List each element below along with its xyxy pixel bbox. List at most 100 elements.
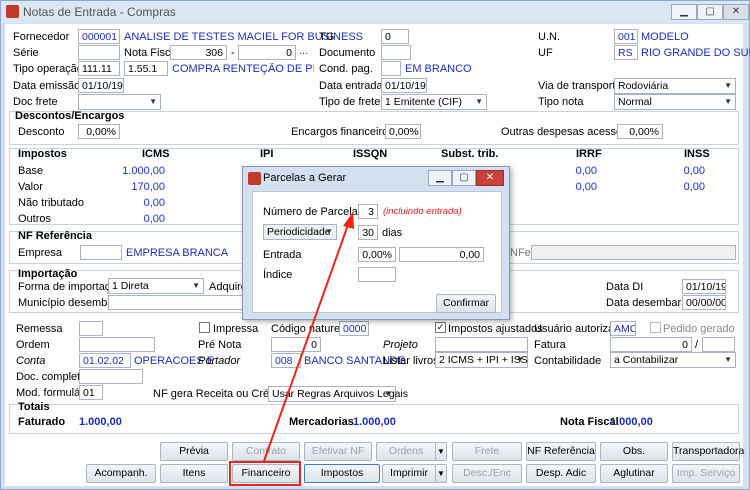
dialog-minimize-icon[interactable]: ▁	[428, 170, 452, 186]
contabilidade-value: a Contabilizar	[614, 354, 679, 366]
imprimir-dropdown-icon[interactable]: ▼	[435, 464, 447, 483]
usuario-autorizado-field[interactable]: AMC	[610, 321, 636, 336]
imprimir-button[interactable]: Imprimir	[382, 464, 436, 483]
fatura-field[interactable]: 0	[610, 337, 692, 352]
indice-field[interactable]	[358, 267, 396, 282]
listar-livros-select[interactable]: 2 ICMS + IPI + ISS ▼	[435, 352, 528, 368]
pedido-gerado-checkbox[interactable]	[650, 322, 661, 333]
minimize-icon[interactable]: ▁	[671, 4, 697, 20]
nota-lookup-button[interactable]: ...	[299, 45, 308, 57]
forma-importacao-label: Forma de importação	[18, 281, 123, 293]
via-transporte-label: Via de transporte	[538, 80, 622, 92]
nf-gera-select[interactable]: Usar Regras Arquivos Legais ▼	[268, 386, 408, 402]
tipo-op-code-field[interactable]: 111.11	[78, 61, 120, 76]
financeiro-highlight-box	[229, 461, 301, 486]
nota-fiscal-field[interactable]: 306	[170, 45, 227, 60]
dias-field[interactable]: 30	[358, 225, 378, 240]
un-code-field[interactable]: 001	[614, 29, 638, 44]
chevron-down-icon: ▼	[724, 97, 732, 106]
doc-frete-select[interactable]: ▼	[78, 94, 161, 110]
cond-pag-field[interactable]	[381, 61, 401, 76]
tipo-op-desc: COMPRA RENTEÇÃO DE PIS + COFI	[172, 63, 314, 75]
app-icon	[6, 5, 19, 18]
ordem-label: Ordem	[16, 339, 50, 351]
entrada-pct-field[interactable]: 0,00%	[358, 247, 396, 262]
itens-button[interactable]: Itens	[160, 464, 228, 483]
obs-button[interactable]: Obs.	[600, 442, 668, 461]
tipo-op-cfop-field[interactable]: 1.55.1	[124, 61, 168, 76]
data-desembaraco-field[interactable]: 00/00/00	[682, 295, 726, 310]
num-parcelas-field[interactable]: 3	[358, 204, 378, 219]
encargos-label: Encargos financeiros	[291, 126, 394, 138]
entrada-value-field[interactable]: 0,00	[399, 247, 484, 262]
documento-field[interactable]	[381, 45, 411, 60]
empresa-label: Empresa	[18, 247, 63, 259]
data-emissao-field[interactable]: 01/10/19	[78, 78, 124, 93]
tipo-frete-select[interactable]: 1 Emitente (CIF) ▼	[381, 94, 487, 110]
encargos-field[interactable]: 0,00%	[385, 124, 421, 139]
contrato-button[interactable]: Contrato	[232, 442, 300, 461]
transportadora-button[interactable]: Transportadora	[672, 442, 744, 461]
un-name: MODELO	[641, 31, 689, 43]
chevron-down-icon: ▼	[384, 389, 392, 398]
totais-title: Totais	[18, 401, 50, 413]
pre-nota-field[interactable]: 0	[271, 337, 321, 352]
via-transporte-select[interactable]: Rodoviária ▼	[614, 78, 736, 94]
forma-importacao-select[interactable]: 1 Direta ▼	[108, 278, 204, 294]
empresa-field[interactable]	[80, 245, 122, 260]
uf-code-field[interactable]: RS	[614, 45, 638, 60]
dialog-close-icon[interactable]: ✕	[476, 170, 504, 186]
projeto-field[interactable]	[435, 337, 528, 352]
confirmar-button[interactable]: Confirmar	[436, 294, 496, 313]
conta-label: Conta	[16, 355, 46, 367]
nota-suffix-field[interactable]: 0	[238, 45, 296, 60]
data-entrada-field[interactable]: 01/10/19	[381, 78, 427, 93]
nf-referencia-button[interactable]: NF Referência	[526, 442, 596, 461]
documento-label: Documento	[319, 47, 376, 59]
nota-dash: -	[231, 47, 235, 59]
periodicidade-select[interactable]: Periodicidade ▼	[263, 224, 337, 240]
maximize-icon[interactable]: ▢	[697, 4, 723, 20]
impostos-ajustados-checkbox[interactable]: ✓	[435, 322, 446, 333]
dialog-maximize-icon[interactable]: ▢	[452, 170, 476, 186]
close-icon[interactable]: ✕	[723, 4, 749, 20]
frete-button[interactable]: Frete	[452, 442, 522, 461]
fornecedor-code-field[interactable]: 000001	[78, 29, 120, 44]
ordem-field[interactable]	[79, 337, 155, 352]
nao-tributado-label: Não tributado	[18, 197, 85, 209]
indice-label: Índice	[263, 269, 293, 281]
conta-code-field[interactable]: 01.02.02	[79, 353, 131, 368]
tg-field[interactable]: 0	[381, 29, 409, 44]
ordens-dropdown-icon[interactable]: ▼	[435, 442, 447, 461]
tipo-nota-select[interactable]: Normal ▼	[614, 94, 736, 110]
empresa-name: EMPRESA BRANCA	[126, 247, 229, 259]
data-di-field[interactable]: 01/10/19	[682, 279, 726, 294]
inss-header: INSS	[684, 148, 710, 160]
impostos-ajustados-label: Impostos ajustados	[448, 323, 543, 335]
impressa-checkbox[interactable]	[199, 322, 210, 333]
desc-enc-button[interactable]: Desc./Enc	[452, 464, 522, 483]
municipio-field[interactable]	[108, 295, 246, 310]
acompanh-button[interactable]: Acompanh.	[86, 464, 156, 483]
mod-formulario-field[interactable]: 01	[79, 385, 103, 400]
fatura-parcela-field[interactable]	[702, 337, 735, 352]
efetivar-nf-button[interactable]: Efetivar NF	[304, 442, 372, 461]
impostos-button[interactable]: Impostos	[304, 464, 380, 483]
contabilidade-select[interactable]: a Contabilizar ▼	[610, 352, 736, 368]
ordens-button[interactable]: Ordens	[376, 442, 436, 461]
doc-completo-field[interactable]	[79, 369, 143, 384]
previa-button[interactable]: Prévia	[160, 442, 228, 461]
remessa-field[interactable]	[79, 321, 103, 336]
outras-despesas-field[interactable]: 0,00%	[617, 124, 663, 139]
serie-field[interactable]	[78, 45, 120, 60]
desconto-field[interactable]: 0,00%	[78, 124, 120, 139]
desp-adic-button[interactable]: Desp. Adic	[526, 464, 596, 483]
dialog-title: Parcelas a Gerar	[263, 172, 347, 184]
codigo-natureza-field[interactable]: 0000	[339, 321, 369, 336]
portador-code-field[interactable]: 008	[271, 353, 301, 368]
aglutinar-button[interactable]: Aglutinar	[600, 464, 668, 483]
uf-name: RIO GRANDE DO SUL	[641, 47, 750, 59]
chevron-down-icon: ▼	[724, 355, 732, 364]
nfe-field[interactable]	[531, 245, 736, 260]
imp-servico-button[interactable]: Imp. Serviço	[672, 464, 740, 483]
